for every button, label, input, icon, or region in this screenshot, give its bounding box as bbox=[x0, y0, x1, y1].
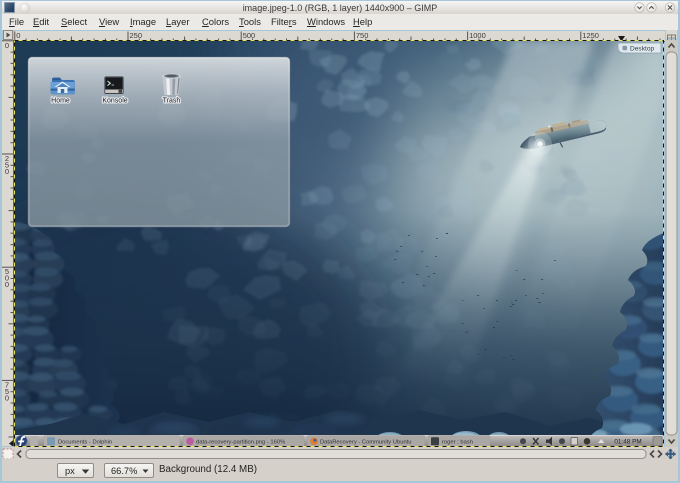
svg-text:Desktop: Desktop bbox=[630, 46, 655, 53]
svg-text:0: 0 bbox=[5, 393, 9, 402]
svg-text:0: 0 bbox=[5, 167, 9, 176]
svg-text:0: 0 bbox=[5, 41, 9, 50]
svg-text:Home: Home bbox=[51, 98, 70, 105]
svg-text:Documents - Dolphin: Documents - Dolphin bbox=[58, 439, 112, 445]
svg-text:500: 500 bbox=[243, 31, 256, 40]
svg-text:0: 0 bbox=[5, 280, 9, 289]
svg-text:250: 250 bbox=[130, 31, 143, 40]
svg-text:data-recovery-partition.png -: data-recovery-partition.png - 160% bbox=[196, 439, 285, 445]
svg-text:1000: 1000 bbox=[469, 31, 486, 40]
svg-text:01:48 PM: 01:48 PM bbox=[614, 439, 641, 446]
svg-text:1250: 1250 bbox=[582, 31, 599, 40]
svg-text:roger : bash: roger : bash bbox=[442, 439, 473, 445]
svg-text:0: 0 bbox=[16, 31, 20, 40]
svg-text:Trash: Trash bbox=[163, 98, 181, 105]
svg-text:750: 750 bbox=[356, 31, 369, 40]
svg-text:DataRecovery - Community Ubunt: DataRecovery - Community Ubuntu bbox=[320, 439, 412, 445]
svg-text:Konsole: Konsole bbox=[102, 98, 127, 105]
